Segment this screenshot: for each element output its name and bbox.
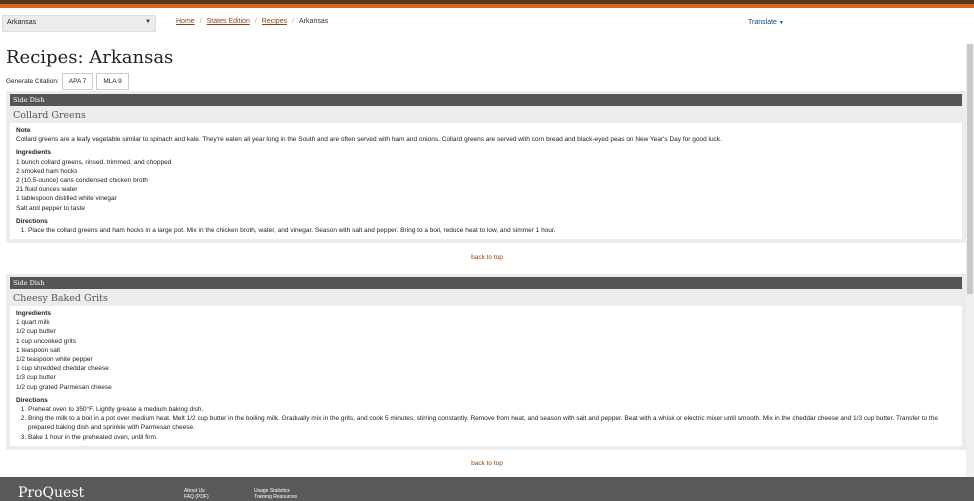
- ingredients-heading: Ingredients: [16, 149, 52, 157]
- footer-link-faq[interactable]: FAQ (PDF): [184, 494, 209, 500]
- state-select-value: Arkansas: [7, 19, 37, 26]
- ingredient: 2 smoked ham hocks: [16, 167, 78, 175]
- breadcrumb-recipes[interactable]: Recipes: [262, 18, 287, 25]
- state-select[interactable]: Arkansas ▼: [2, 15, 156, 32]
- breadcrumb-states-edition[interactable]: States Edition: [207, 18, 250, 25]
- ingredient: 1 quart milk: [16, 319, 50, 327]
- recipe-body: Ingredients 1 quart milk 1/2 cup butter …: [10, 306, 962, 446]
- scrollbar[interactable]: [966, 44, 974, 501]
- mla-citation-button[interactable]: MLA 9: [96, 73, 129, 90]
- chevron-down-icon: ▼: [145, 19, 151, 25]
- caret-down-icon: ▼: [778, 20, 784, 26]
- ingredient: 1 cup uncooked grits: [16, 337, 76, 345]
- ingredients-heading: Ingredients: [16, 310, 52, 317]
- recipe-category: Side Dish: [10, 277, 962, 289]
- breadcrumb: Home / States Edition / Recipes / Arkans…: [176, 18, 329, 25]
- footer-links-col1: About Us FAQ (PDF): [184, 488, 209, 500]
- direction-step: Bring the milk to a boil in a pot over m…: [28, 414, 956, 432]
- footer-link-training[interactable]: Training Resources: [254, 494, 297, 500]
- recipe-title: Collard Greens: [13, 110, 86, 121]
- ingredient: 1 bunch collard greens, rinsed, trimmed,…: [16, 158, 172, 166]
- directions-list: Preheat oven to 350°F. Lightly grease a …: [16, 405, 956, 442]
- footer-links-col2: Usage Statistics Training Resources: [254, 488, 297, 500]
- ingredient: 1/3 cup butter: [16, 374, 56, 382]
- ingredient: 21 fluid ounces water: [16, 186, 78, 194]
- top-stripe-accent: [0, 4, 974, 8]
- ingredient: Salt and pepper to taste: [16, 204, 86, 212]
- recipe-card-cheesy-baked-grits: Side Dish Cheesy Baked Grits Ingredients…: [6, 274, 966, 450]
- direction-step: Place the collard greens and ham hocks i…: [28, 226, 956, 235]
- proquest-logo[interactable]: ProQuest: [18, 485, 84, 501]
- note-heading: Note: [16, 127, 31, 134]
- footer: ProQuest About Us FAQ (PDF) Usage Statis…: [0, 477, 974, 501]
- back-to-top-link[interactable]: back to top: [471, 254, 503, 261]
- ingredient: 1/2 cup grated Parmesan cheese: [16, 383, 112, 391]
- apa-citation-button[interactable]: APA 7: [61, 73, 94, 90]
- translate-dropdown[interactable]: Translate ▼: [748, 19, 784, 26]
- note-text: Collard greens are a leafy vegetable sim…: [16, 136, 722, 144]
- back-to-top-link[interactable]: back to top: [471, 460, 503, 467]
- recipe-category: Side Dish: [10, 94, 962, 106]
- recipe-card-collard-greens: Side Dish Collard Greens Note Collard gr…: [6, 91, 966, 244]
- citation-label: Generate Citation:: [6, 78, 59, 85]
- recipe-title: Cheesy Baked Grits: [13, 293, 108, 304]
- directions-heading: Directions: [16, 396, 48, 404]
- directions-list: Place the collard greens and ham hocks i…: [16, 226, 956, 235]
- recipe-body: Note Collard greens are a leafy vegetabl…: [10, 123, 962, 240]
- citation-bar: Generate Citation: APA 7 MLA 9: [6, 73, 129, 90]
- ingredient: 1/2 cup butter: [16, 328, 56, 336]
- translate-label: Translate: [748, 19, 777, 26]
- direction-step: Bake 1 hour in the preheated oven, until…: [28, 433, 956, 442]
- back-to-top-row: back to top: [0, 460, 974, 467]
- page-title: Recipes: Arkansas: [6, 47, 174, 68]
- ingredient: 1 tablespoon distilled white vinegar: [16, 195, 117, 203]
- breadcrumb-home[interactable]: Home: [176, 18, 195, 25]
- ingredient: 1/2 teaspoon white pepper: [16, 356, 93, 364]
- direction-step: Preheat oven to 350°F. Lightly grease a …: [28, 405, 956, 414]
- back-to-top-row: back to top: [0, 254, 974, 261]
- ingredient: 2 (10.5-ounce) cans condensed chicken br…: [16, 177, 148, 185]
- ingredient: 1 cup shredded cheddar cheese: [16, 365, 109, 373]
- breadcrumb-current: Arkansas: [299, 18, 329, 25]
- ingredient: 1 teaspoon salt: [16, 346, 61, 354]
- directions-heading: Directions: [16, 217, 48, 225]
